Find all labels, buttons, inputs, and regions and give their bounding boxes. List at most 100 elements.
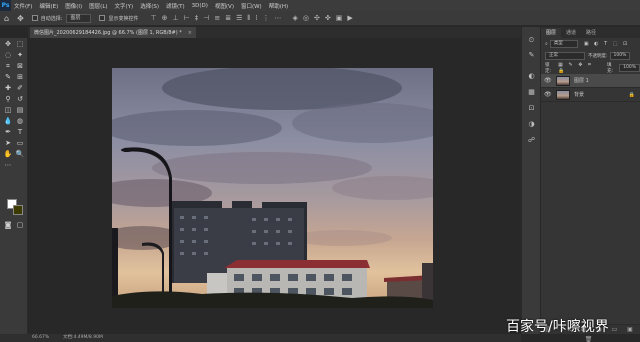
distribute-center-icon[interactable]: ⁞: [255, 14, 257, 22]
marquee-tool-icon[interactable]: ⬚: [15, 40, 25, 49]
layer-row[interactable]: 👁 背景 🔒: [541, 88, 640, 102]
menu-layer[interactable]: 图层(L): [89, 2, 107, 10]
3d-scale-icon[interactable]: ▣: [336, 14, 343, 22]
lock-fill-row: 锁定: ▦ ✎ ✥ ⌗ 🔒 填充: 100%: [541, 62, 640, 74]
show-transform-checkbox[interactable]: [99, 15, 106, 21]
shape-tool-icon[interactable]: ▭: [15, 139, 25, 148]
layer-thumbnail: [556, 75, 570, 86]
visibility-eye-icon[interactable]: 👁: [544, 77, 552, 84]
menu-file[interactable]: 文件(F): [14, 2, 32, 10]
styles-panel-icon[interactable]: ☍: [526, 135, 537, 145]
layer-name[interactable]: 背景: [574, 91, 584, 98]
pen-tool-icon[interactable]: ✒: [3, 128, 13, 137]
home-icon[interactable]: ⌂: [4, 14, 9, 23]
align-left-icon[interactable]: ⊢: [184, 14, 190, 22]
align-bottom-icon[interactable]: ⊥: [172, 14, 178, 22]
visibility-eye-icon[interactable]: 👁: [544, 91, 552, 98]
more-tools-icon[interactable]: ⋯: [3, 161, 13, 170]
adjustments-panel-icon[interactable]: ◑: [526, 119, 537, 129]
quick-mask-icon[interactable]: ◙: [3, 221, 13, 230]
swatches-panel-icon[interactable]: ▦: [526, 87, 537, 97]
filter-icons[interactable]: ▣ ◐ T ⬚ ⊡: [584, 41, 629, 47]
blend-mode-dropdown[interactable]: 正常: [545, 52, 585, 60]
menu-help[interactable]: 帮助(H): [269, 2, 288, 10]
background-color-swatch[interactable]: [13, 205, 23, 215]
layer-thumbnail: [556, 89, 570, 100]
menu-filter[interactable]: 滤镜(T): [166, 2, 185, 10]
move-tool-icon[interactable]: ✥: [17, 14, 24, 23]
eyedropper-icon[interactable]: ✎: [3, 73, 13, 82]
blur-tool-icon[interactable]: 💧: [3, 117, 13, 126]
menu-window[interactable]: 窗口(W): [241, 2, 262, 10]
gradient-tool-icon[interactable]: ▤: [15, 106, 25, 115]
ruler-tool-icon[interactable]: ⊞: [15, 73, 25, 82]
3d-orbit-icon[interactable]: ◎: [303, 14, 309, 22]
layer-name[interactable]: 图层 1: [574, 77, 589, 84]
tab-paths[interactable]: 路径: [581, 28, 601, 38]
screen-mode-icon[interactable]: ▢: [15, 221, 25, 230]
tab-channels[interactable]: 通道: [561, 28, 581, 38]
menu-select[interactable]: 选择(S): [140, 2, 159, 10]
libraries-panel-icon[interactable]: ⊡: [526, 103, 537, 113]
type-tool-icon[interactable]: T: [15, 128, 25, 137]
tab-layers[interactable]: 图层: [541, 28, 562, 38]
zoom-tool-icon[interactable]: 🔍: [15, 150, 25, 159]
close-tab-icon[interactable]: ×: [188, 30, 192, 36]
clone-stamp-icon[interactable]: ⚲: [3, 95, 13, 104]
move-tool-icon[interactable]: ✥: [3, 40, 13, 49]
distribute-middle-icon[interactable]: ≣: [225, 14, 231, 22]
distribute-left-icon[interactable]: ⫴: [247, 14, 250, 23]
photoshop-logo: Ps: [0, 0, 11, 11]
more-options-icon[interactable]: ⋯: [275, 14, 282, 22]
layer-filter-row: ⌕ 类型 ▣ ◐ T ⬚ ⊡: [541, 38, 640, 50]
history-panel-icon[interactable]: ⏲: [526, 35, 537, 45]
layer-filter-dropdown[interactable]: 类型: [549, 40, 578, 48]
lasso-tool-icon[interactable]: ◌: [3, 51, 13, 60]
path-selection-icon[interactable]: ➤: [3, 139, 13, 148]
menu-view[interactable]: 视图(V): [215, 2, 234, 10]
filter-search-icon: ⌕: [545, 41, 548, 47]
align-middle-icon[interactable]: ⊕: [162, 14, 168, 22]
3d-slide-icon[interactable]: ✜: [325, 14, 331, 22]
distribute-right-icon[interactable]: ⋮: [263, 14, 270, 22]
menu-edit[interactable]: 编辑(E): [39, 2, 58, 10]
align-center-icon[interactable]: ‡: [195, 14, 199, 22]
canvas-area[interactable]: [28, 38, 521, 334]
3d-mode-icon[interactable]: ◈: [293, 14, 298, 22]
frame-tool-icon[interactable]: ⊠: [15, 62, 25, 71]
video-icon[interactable]: ▶: [347, 14, 352, 22]
fill-input[interactable]: 100%: [619, 64, 640, 72]
auto-select-checkbox[interactable]: [31, 15, 38, 21]
color-panel-icon[interactable]: ◐: [526, 71, 537, 81]
document-tab[interactable]: 微信图片_20200629184426.jpg @ 66.7% (图层 1, R…: [30, 27, 196, 38]
sunset-city-photo: [112, 68, 433, 308]
properties-panel-icon[interactable]: ✎: [526, 50, 537, 60]
magic-wand-icon[interactable]: ✦: [15, 51, 25, 60]
3d-pan-icon[interactable]: ✣: [314, 14, 320, 22]
align-top-icon[interactable]: ⊤: [151, 14, 157, 22]
layer-row[interactable]: 👁 图层 1: [541, 74, 640, 88]
opacity-label: 不透明度:: [588, 54, 608, 59]
distribute-bottom-icon[interactable]: ☰: [236, 14, 242, 22]
healing-brush-icon[interactable]: ✚: [3, 84, 13, 93]
crop-tool-icon[interactable]: ⌗: [3, 62, 13, 71]
auto-select-dropdown[interactable]: 图层: [66, 13, 92, 23]
lock-icon: 🔒: [628, 91, 635, 98]
lock-icons[interactable]: ▦ ✎ ✥ ⌗ 🔒: [558, 62, 603, 74]
menu-type[interactable]: 文字(Y): [115, 2, 134, 10]
document-image[interactable]: [112, 68, 433, 308]
opacity-input[interactable]: 100%: [609, 52, 631, 60]
zoom-level[interactable]: 66.67%: [32, 334, 49, 342]
dodge-tool-icon[interactable]: ◍: [15, 117, 25, 126]
watermark-text: 百家号/咔嚓视界: [506, 319, 609, 335]
brush-tool-icon[interactable]: ✐: [15, 84, 25, 93]
distribute-top-icon[interactable]: ≡: [214, 14, 220, 22]
document-info[interactable]: 文档:4.49M/8.90M: [63, 334, 103, 342]
history-brush-icon[interactable]: ↺: [15, 95, 25, 104]
menu-image[interactable]: 图像(I): [65, 2, 82, 10]
align-right-icon[interactable]: ⊣: [203, 14, 209, 22]
menu-3d[interactable]: 3D(D): [192, 3, 208, 9]
hand-tool-icon[interactable]: ✋: [3, 150, 13, 159]
eraser-tool-icon[interactable]: ◫: [3, 106, 13, 115]
document-tab-title: 微信图片_20200629184426.jpg @ 66.7% (图层 1, R…: [34, 30, 182, 36]
